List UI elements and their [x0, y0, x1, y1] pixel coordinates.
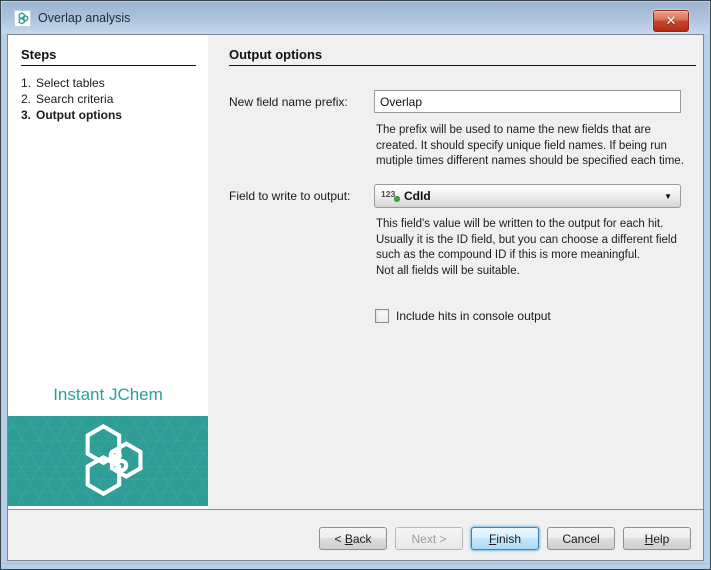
dropdown-selected-value: CdId	[404, 189, 431, 203]
prefix-help: The prefix will be used to name the new …	[376, 124, 684, 167]
cancel-button[interactable]: Cancel	[547, 527, 615, 550]
output-field-label: Field to write to output:	[229, 189, 351, 203]
help-button[interactable]: Help	[623, 527, 691, 550]
back-button[interactable]: < Back	[319, 527, 387, 550]
window-frame-accent	[2, 563, 709, 564]
prefix-label: New field name prefix:	[229, 95, 348, 109]
step-item-search-criteria: 2. Search criteria	[21, 92, 114, 106]
step-label: Output options	[36, 108, 122, 122]
dialog-body: Steps 1. Select tables 2. Search criteri…	[7, 34, 704, 561]
numeric-field-icon: 123	[381, 189, 401, 203]
include-hits-row: Include hits in console output	[375, 309, 551, 323]
window-title: Overlap analysis	[38, 11, 131, 25]
green-dot-icon	[394, 196, 400, 202]
overlap-analysis-dialog: Overlap analysis ✕ Steps 1. Select table…	[0, 0, 711, 570]
output-field-help: This field's value will be written to th…	[376, 218, 677, 277]
steps-list: 1. Select tables 2. Search criteria 3. O…	[8, 75, 208, 123]
button-bar: < Back Next > Finish Cancel Help	[8, 510, 703, 560]
finish-button[interactable]: Finish	[471, 527, 539, 550]
close-button[interactable]: ✕	[653, 10, 689, 32]
step-item-select-tables: 1. Select tables	[21, 76, 105, 90]
prefix-input[interactable]	[374, 90, 681, 113]
titlebar[interactable]: Overlap analysis ✕	[2, 2, 709, 34]
main-panel: Output options New field name prefix: Th…	[208, 35, 703, 509]
include-hits-label: Include hits in console output	[396, 309, 551, 323]
step-label: Select tables	[36, 76, 105, 90]
steps-panel: Steps 1. Select tables 2. Search criteri…	[8, 35, 208, 509]
output-field-dropdown[interactable]: 123 CdId ▼	[374, 184, 681, 208]
steps-heading: Steps	[21, 47, 196, 66]
brand-text: Instant JChem	[53, 385, 163, 404]
page-heading: Output options	[229, 47, 696, 66]
step-item-output-options: 3. Output options	[21, 108, 122, 122]
brand-logo-block	[8, 416, 208, 506]
include-hits-checkbox[interactable]	[375, 309, 389, 323]
app-logo-icon	[14, 9, 31, 27]
next-button[interactable]: Next >	[395, 527, 463, 550]
hexagon-logo-icon	[85, 424, 143, 497]
step-label: Search criteria	[36, 92, 114, 106]
dropdown-arrow-icon[interactable]: ▼	[664, 192, 672, 201]
